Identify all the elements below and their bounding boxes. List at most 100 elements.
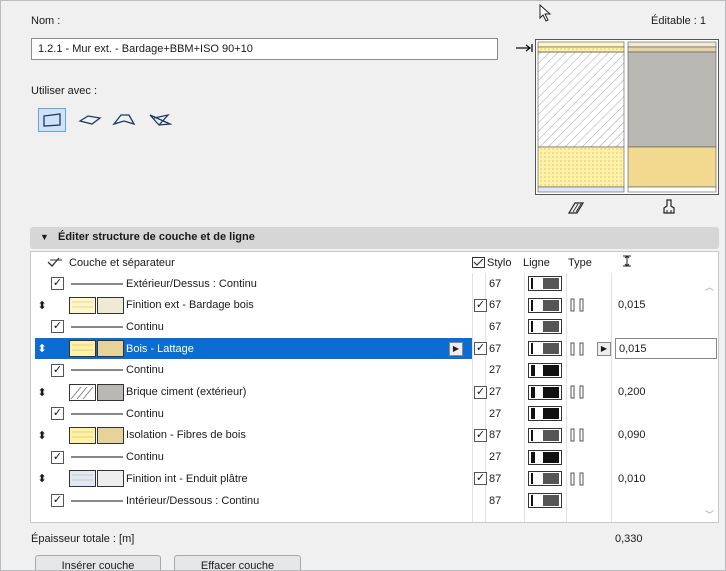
drag-handle-icon[interactable]: ⬍ (35, 468, 49, 489)
layer-name[interactable]: Isolation - Fibres de bois (126, 425, 246, 446)
layer-core-checkbox[interactable]: ✓ (474, 382, 487, 403)
layer-thickness[interactable]: 0,010 (615, 468, 646, 489)
line-weight-swatch[interactable] (528, 316, 562, 337)
line-visible-checkbox[interactable]: ✓ (51, 360, 64, 381)
line-weight-swatch[interactable] (528, 295, 562, 316)
layer-surface-swatch[interactable] (97, 468, 124, 489)
pen-number[interactable]: 27 (489, 382, 501, 403)
dropdown-arrow-icon[interactable]: ▶ (449, 338, 463, 359)
separator-name[interactable]: Continu (126, 360, 164, 381)
layer-core-checkbox[interactable]: ✓ (474, 295, 487, 316)
section-title: Éditer structure de couche et de ligne (57, 231, 255, 243)
cut-fill-icon[interactable] (567, 201, 585, 218)
pen-number[interactable]: 27 (489, 360, 501, 381)
layer-type-icon[interactable] (569, 468, 587, 489)
layer-name[interactable]: Finition int - Enduit plâtre (126, 468, 248, 489)
layer-thickness[interactable]: 0,200 (615, 382, 646, 403)
separator-name[interactable]: Continu (126, 316, 164, 337)
layer-fill-swatch[interactable] (69, 295, 96, 316)
pen-number[interactable]: 67 (489, 338, 502, 360)
name-field[interactable]: 1.2.1 - Mur ext. - Bardage+BBM+ISO 90+10 (31, 38, 498, 60)
pen-number[interactable]: 27 (489, 447, 501, 468)
table-row[interactable]: ⬍ Isolation - Fibres de bois ✓ 87 0,090 (31, 425, 718, 446)
layer-fill-swatch[interactable] (69, 382, 96, 403)
drag-handle-icon[interactable]: ⬍ (35, 295, 49, 316)
paint-brush-icon[interactable] (662, 199, 676, 218)
layer-surface-swatch[interactable] (97, 382, 124, 403)
line-weight-swatch[interactable] (528, 360, 562, 381)
layer-core-checkbox[interactable]: ✓ (474, 338, 487, 359)
delete-layer-button[interactable]: Effacer couche (174, 555, 301, 570)
line-visible-checkbox[interactable]: ✓ (51, 273, 64, 294)
table-row[interactable]: ⬍ Brique ciment (extérieur) ✓ 27 0,200 (31, 382, 718, 403)
drag-handle-icon[interactable]: ⬍ (35, 382, 49, 403)
insert-layer-button[interactable]: Insérer couche (35, 555, 161, 570)
layer-thickness[interactable]: 0,015 (615, 338, 717, 360)
line-visible-checkbox[interactable]: ✓ (51, 490, 64, 511)
line-weight-swatch[interactable] (528, 468, 562, 489)
roof-shape-button[interactable] (110, 108, 138, 132)
scroll-down-arrow[interactable]: ﹀ (705, 508, 714, 521)
pen-number[interactable]: 87 (489, 468, 501, 489)
drag-handle-icon[interactable]: ⬍ (35, 425, 49, 446)
pen-number[interactable]: 67 (489, 295, 501, 316)
layer-column-header: Couche et séparateur (69, 257, 175, 269)
total-thickness-label: Épaisseur totale : [m] (31, 533, 135, 545)
layer-thickness[interactable]: 0,090 (615, 425, 646, 446)
layer-type-icon[interactable] (569, 295, 587, 316)
pen-number[interactable]: 67 (489, 316, 501, 337)
layer-table: Couche et séparateur Stylo Ligne Type ✓ E… (30, 251, 719, 523)
table-row[interactable]: ⬍ Finition ext - Bardage bois ✓ 67 0,015 (31, 295, 718, 316)
table-row[interactable]: ✓ Extérieur/Dessus : Continu 67 (31, 273, 718, 294)
line-weight-swatch[interactable] (528, 425, 562, 446)
separator-name[interactable]: Continu (126, 447, 164, 468)
separator-name[interactable]: Continu (126, 403, 164, 424)
table-header: Couche et séparateur Stylo Ligne Type (31, 252, 718, 273)
line-weight-swatch[interactable] (528, 490, 562, 511)
table-row[interactable]: ✓ Intérieur/Dessous : Continu 87 (31, 490, 718, 511)
wall-shape-button[interactable] (38, 108, 66, 132)
pen-number[interactable]: 27 (489, 403, 501, 424)
pen-number[interactable]: 67 (489, 273, 501, 294)
section-header[interactable]: ▼ Éditer structure de couche et de ligne (30, 227, 719, 249)
pen-number[interactable]: 87 (489, 425, 501, 446)
type-dropdown-icon[interactable]: ▶ (597, 338, 611, 359)
layer-fill-swatch[interactable] (69, 468, 96, 489)
layer-core-checkbox[interactable]: ✓ (474, 468, 487, 489)
table-row[interactable]: ✓ Continu 27 (31, 360, 718, 381)
table-row[interactable]: ✓ Continu 27 (31, 447, 718, 468)
table-row[interactable]: ✓ Continu 27 (31, 403, 718, 424)
separator-name[interactable]: Intérieur/Dessous : Continu (126, 490, 259, 511)
layer-name[interactable]: Finition ext - Bardage bois (126, 295, 254, 316)
drag-handle-icon[interactable]: ⬍ (35, 338, 49, 360)
layer-core-checkbox[interactable]: ✓ (474, 425, 487, 446)
line-visible-checkbox[interactable]: ✓ (51, 403, 64, 424)
separator-name[interactable]: Extérieur/Dessus : Continu (126, 273, 257, 294)
table-row[interactable]: ⬍ Bois - Lattage ▶ ✓ 67 ▶ 0,015 (31, 338, 718, 360)
layer-name[interactable]: Bois - Lattage (126, 338, 194, 359)
line-weight-swatch[interactable] (528, 273, 562, 294)
layer-surface-swatch[interactable] (97, 338, 124, 359)
layer-type-icon[interactable] (569, 338, 587, 359)
layer-thickness[interactable]: 0,015 (615, 295, 646, 316)
line-visible-checkbox[interactable]: ✓ (51, 316, 64, 337)
scroll-up-arrow[interactable]: ︿ (705, 280, 714, 293)
layer-name[interactable]: Brique ciment (extérieur) (126, 382, 246, 403)
line-weight-swatch[interactable] (528, 382, 562, 403)
layer-fill-swatch[interactable] (69, 425, 96, 446)
layer-fill-swatch[interactable] (69, 338, 96, 359)
line-weight-swatch[interactable] (528, 403, 562, 424)
shell-shape-button[interactable] (146, 108, 174, 132)
layer-surface-swatch[interactable] (97, 295, 124, 316)
chevron-down-icon: ▼ (40, 232, 49, 242)
line-weight-swatch[interactable] (528, 338, 562, 359)
pen-number[interactable]: 87 (489, 490, 501, 511)
layer-surface-swatch[interactable] (97, 425, 124, 446)
layer-type-icon[interactable] (569, 425, 587, 446)
layer-type-icon[interactable] (569, 382, 587, 403)
table-row[interactable]: ✓ Continu 67 (31, 316, 718, 337)
slab-shape-button[interactable] (76, 108, 104, 132)
line-visible-checkbox[interactable]: ✓ (51, 447, 64, 468)
line-weight-swatch[interactable] (528, 447, 562, 468)
table-row[interactable]: ⬍ Finition int - Enduit plâtre ✓ 87 0,010 (31, 468, 718, 489)
